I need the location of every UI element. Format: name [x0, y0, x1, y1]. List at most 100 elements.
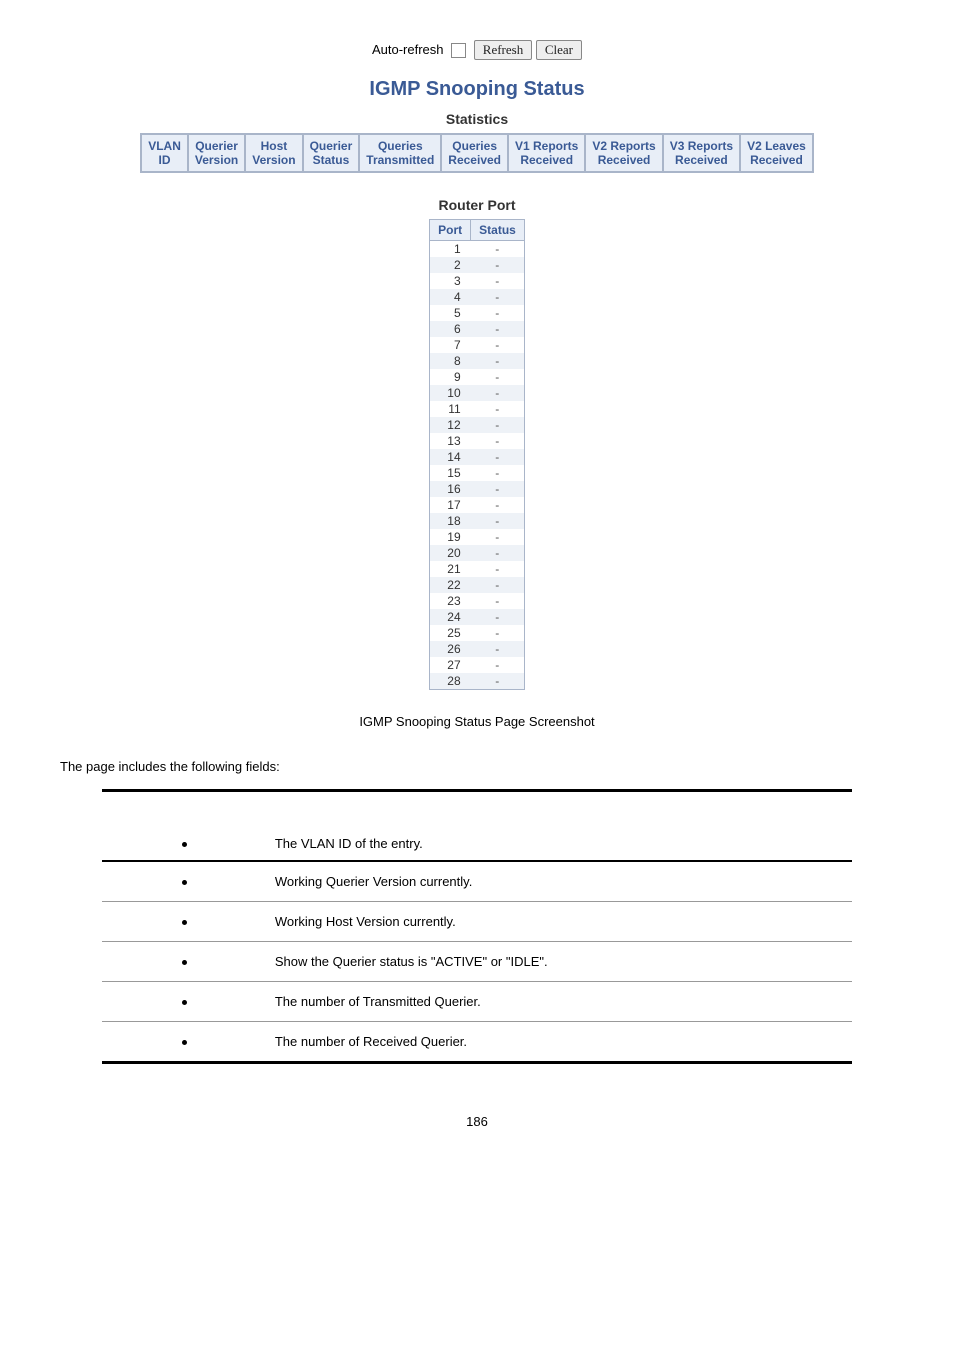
router-row: 1-: [430, 241, 525, 258]
router-row: 10-: [430, 385, 525, 401]
clear-button[interactable]: Clear: [536, 40, 582, 60]
router-header-port: Port: [430, 220, 471, 241]
router-port-cell: 9: [430, 369, 471, 385]
router-status-cell: -: [471, 369, 525, 385]
router-status-cell: -: [471, 273, 525, 289]
router-port-cell: 22: [430, 577, 471, 593]
bullet-icon: [182, 960, 187, 965]
router-status-cell: -: [471, 513, 525, 529]
field-description-cell: Working Querier Version currently.: [267, 861, 852, 902]
stats-header-cell: V3 Reports Received: [663, 134, 740, 172]
router-port-cell: 13: [430, 433, 471, 449]
router-status-cell: -: [471, 481, 525, 497]
router-status-cell: -: [471, 385, 525, 401]
router-row: 28-: [430, 673, 525, 690]
router-status-cell: -: [471, 417, 525, 433]
fields-header-row: [102, 791, 853, 827]
stats-header-cell: V2 Reports Received: [585, 134, 662, 172]
field-row: Show the Querier status is "ACTIVE" or "…: [102, 942, 853, 982]
router-port-cell: 17: [430, 497, 471, 513]
router-row: 4-: [430, 289, 525, 305]
stats-header-cell: VLAN ID: [141, 134, 188, 172]
router-status-cell: -: [471, 529, 525, 545]
router-row: 16-: [430, 481, 525, 497]
router-status-cell: -: [471, 305, 525, 321]
router-status-cell: -: [471, 625, 525, 641]
router-row: 8-: [430, 353, 525, 369]
router-status-cell: -: [471, 241, 525, 258]
field-object-cell: [102, 902, 267, 942]
router-status-cell: -: [471, 465, 525, 481]
stats-header-cell: Querier Status: [303, 134, 360, 172]
router-port-cell: 25: [430, 625, 471, 641]
bullet-icon: [182, 880, 187, 885]
router-row: 22-: [430, 577, 525, 593]
refresh-button[interactable]: Refresh: [474, 40, 532, 60]
router-row: 20-: [430, 545, 525, 561]
stats-header-cell: Queries Received: [441, 134, 508, 172]
router-status-cell: -: [471, 321, 525, 337]
router-port-cell: 16: [430, 481, 471, 497]
router-row: 18-: [430, 513, 525, 529]
field-row: The number of Transmitted Querier.: [102, 982, 853, 1022]
router-row: 23-: [430, 593, 525, 609]
auto-refresh-label: Auto-refresh: [372, 42, 444, 57]
router-row: 12-: [430, 417, 525, 433]
router-row: 6-: [430, 321, 525, 337]
router-port-subtitle: Router Port: [60, 197, 894, 213]
bullet-icon: [182, 842, 187, 847]
router-port-cell: 15: [430, 465, 471, 481]
router-row: 26-: [430, 641, 525, 657]
router-row: 2-: [430, 257, 525, 273]
bullet-icon: [182, 1040, 187, 1045]
field-object-cell: [102, 982, 267, 1022]
router-port-cell: 5: [430, 305, 471, 321]
auto-refresh-checkbox[interactable]: [451, 43, 466, 58]
screenshot-caption: IGMP Snooping Status Page Screenshot: [60, 714, 894, 729]
router-status-cell: -: [471, 657, 525, 673]
field-row: The VLAN ID of the entry.: [102, 826, 853, 861]
router-row: 9-: [430, 369, 525, 385]
router-port-table: Port Status 1-2-3-4-5-6-7-8-9-10-11-12-1…: [429, 219, 525, 690]
router-status-cell: -: [471, 561, 525, 577]
router-status-cell: -: [471, 673, 525, 690]
stats-header-cell: V2 Leaves Received: [740, 134, 813, 172]
field-description-cell: Show the Querier status is "ACTIVE" or "…: [267, 942, 852, 982]
stats-header-cell: Querier Version: [188, 134, 245, 172]
router-status-cell: -: [471, 577, 525, 593]
router-row: 14-: [430, 449, 525, 465]
router-port-cell: 4: [430, 289, 471, 305]
router-row: 3-: [430, 273, 525, 289]
top-controls: Auto-refresh Refresh Clear: [60, 40, 894, 60]
router-status-cell: -: [471, 545, 525, 561]
router-status-cell: -: [471, 433, 525, 449]
statistics-subtitle: Statistics: [60, 111, 894, 127]
router-port-cell: 21: [430, 561, 471, 577]
field-description-cell: The VLAN ID of the entry.: [267, 826, 852, 861]
router-row: 15-: [430, 465, 525, 481]
router-port-cell: 10: [430, 385, 471, 401]
field-object-cell: [102, 826, 267, 861]
field-object-cell: [102, 861, 267, 902]
router-row: 5-: [430, 305, 525, 321]
router-status-cell: -: [471, 449, 525, 465]
field-description-cell: The number of Transmitted Querier.: [267, 982, 852, 1022]
router-port-cell: 19: [430, 529, 471, 545]
router-header-status: Status: [471, 220, 525, 241]
router-status-cell: -: [471, 609, 525, 625]
router-port-cell: 8: [430, 353, 471, 369]
bullet-icon: [182, 1000, 187, 1005]
router-port-cell: 24: [430, 609, 471, 625]
router-port-cell: 28: [430, 673, 471, 690]
router-port-cell: 11: [430, 401, 471, 417]
router-port-cell: 20: [430, 545, 471, 561]
router-row: 27-: [430, 657, 525, 673]
field-description-cell: The number of Received Querier.: [267, 1022, 852, 1063]
field-object-cell: [102, 1022, 267, 1063]
field-description-cell: Working Host Version currently.: [267, 902, 852, 942]
router-row: 13-: [430, 433, 525, 449]
fields-table: The VLAN ID of the entry.Working Querier…: [102, 789, 853, 1064]
field-object-cell: [102, 942, 267, 982]
router-port-cell: 14: [430, 449, 471, 465]
router-status-cell: -: [471, 401, 525, 417]
